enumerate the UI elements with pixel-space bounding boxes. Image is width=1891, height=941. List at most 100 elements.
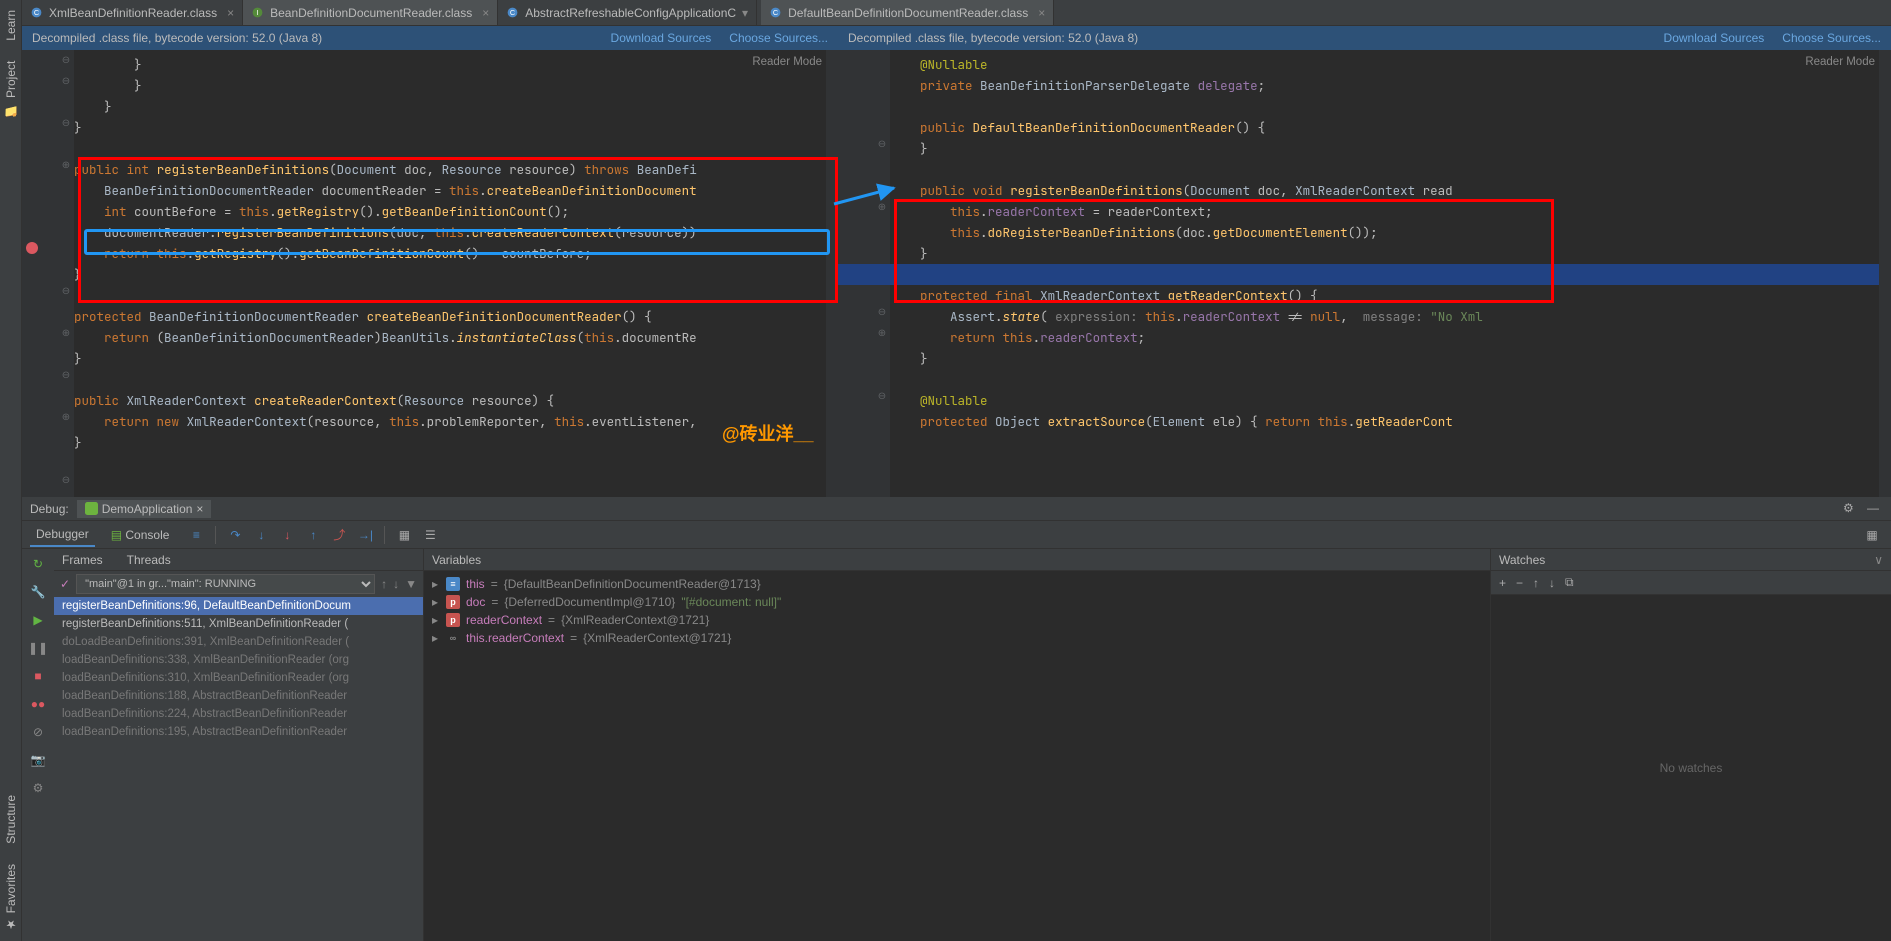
minimize-icon[interactable]: — [1867,501,1883,517]
fold-icon[interactable]: ⊕ [877,329,887,339]
stack-frame[interactable]: loadBeanDefinitions:338, XmlBeanDefiniti… [54,651,423,669]
sidebar-project[interactable]: 📁Project [2,51,20,127]
down-icon[interactable]: ↓ [1549,576,1555,590]
close-icon[interactable]: × [227,6,234,20]
resume-icon[interactable]: ▶ [29,611,47,629]
variable-row[interactable]: ▸∞this.readerContext = {XmlReaderContext… [424,629,1490,647]
sidebar-favorites[interactable]: ★Favorites [2,854,20,941]
settings-icon[interactable]: ⚙ [29,779,47,797]
trace-icon[interactable]: ☰ [419,524,441,546]
close-icon[interactable]: × [482,6,489,20]
download-sources-link[interactable]: Download Sources [611,31,712,45]
fold-icon[interactable]: ⊖ [61,77,71,87]
debug-sidebuttons: ↻ 🔧 ▶ ❚❚ ■ ●● ⊘ 📷 ⚙ [22,549,54,941]
layout-icon[interactable]: ▦ [1861,524,1883,546]
debugger-tab[interactable]: Debugger [30,523,95,547]
run-to-cursor-icon[interactable]: →| [354,524,376,546]
next-frame-icon[interactable]: ↓ [393,577,399,591]
choose-sources-link[interactable]: Choose Sources... [1782,31,1881,45]
rerun-icon[interactable]: ↻ [29,555,47,573]
mute-bp-icon[interactable]: ⊘ [29,723,47,741]
download-sources-link[interactable]: Download Sources [1664,31,1765,45]
stack-frame[interactable]: loadBeanDefinitions:188, AbstractBeanDef… [54,687,423,705]
force-step-into-icon[interactable]: ↓ [276,524,298,546]
sidebar-learn[interactable]: Learn [2,0,20,51]
prev-frame-icon[interactable]: ↑ [381,577,387,591]
editor-right[interactable]: Reader Mode ⊖ ⊕ ⊖ ⊕ ⊖ @Nullable private … [838,50,1891,497]
dump-icon[interactable]: 📷 [29,751,47,769]
copy-watch-icon[interactable]: ⧉ [1565,575,1574,590]
variable-row[interactable]: ▸preaderContext = {XmlReaderContext@1721… [424,611,1490,629]
fold-icon[interactable]: ⊖ [61,287,71,297]
tab-beandefdocreader[interactable]: IBeanDefinitionDocumentReader.class× [243,0,498,25]
stack-frame[interactable]: registerBeanDefinitions:96, DefaultBeanD… [54,597,423,615]
step-over-icon[interactable]: ↷ [224,524,246,546]
filter-icon[interactable]: ▼ [405,577,417,591]
run-config-tab[interactable]: DemoApplication × [77,500,212,518]
close-icon[interactable]: × [196,502,203,516]
threads-icon[interactable]: ≡ [185,524,207,546]
sidebar-structure[interactable]: Structure [2,785,20,854]
add-watch-icon[interactable]: + [1499,576,1506,590]
fold-icon[interactable]: ⊕ [61,329,71,339]
thread-select[interactable]: "main"@1 in gr..."main": RUNNING [76,574,375,594]
stack-frame[interactable]: registerBeanDefinitions:511, XmlBeanDefi… [54,615,423,633]
editor-left[interactable]: Reader Mode ⊖ ⊖ ⊖ ⊕ ⊖ ⊕ ⊖ ⊕ ⊖ } } } } pu… [22,50,838,497]
chevron-down-icon[interactable]: ∨ [1874,553,1883,567]
stack-frame[interactable]: loadBeanDefinitions:224, AbstractBeanDef… [54,705,423,723]
tab-defaultbeandefdocreader[interactable]: CDefaultBeanDefinitionDocumentReader.cla… [761,0,1054,25]
frames-list[interactable]: registerBeanDefinitions:96, DefaultBeanD… [54,597,423,941]
fold-icon[interactable]: ⊕ [61,161,71,171]
gear-icon[interactable]: ⚙ [1843,501,1859,517]
step-into-icon[interactable]: ↓ [250,524,272,546]
fold-icon[interactable]: ⊖ [877,308,887,318]
fold-icon[interactable]: ⊕ [877,203,887,213]
breakpoints-icon[interactable]: ●● [29,695,47,713]
close-icon[interactable]: × [1038,6,1045,20]
modify-icon[interactable]: 🔧 [29,583,47,601]
fold-icon[interactable]: ⊖ [61,371,71,381]
console-tab[interactable]: ▤ Console [105,524,176,546]
var-icon: p [446,613,460,627]
code-content-left[interactable]: } } } } public int registerBeanDefinitio… [74,54,822,497]
fold-icon[interactable]: ⊖ [61,476,71,486]
pause-icon[interactable]: ❚❚ [29,639,47,657]
gutter[interactable]: ⊖ ⊖ ⊖ ⊕ ⊖ ⊕ ⊖ ⊕ ⊖ [22,50,74,497]
choose-sources-link[interactable]: Choose Sources... [729,31,828,45]
decompiled-msg: Decompiled .class file, bytecode version… [848,31,1138,45]
code-content-right[interactable]: @Nullable private BeanDefinitionParserDe… [890,54,1875,497]
drop-frame-icon[interactable]: ⤴ [328,524,350,546]
debug-titlebar: Debug: DemoApplication × ⚙ — [22,497,1891,521]
variables-list[interactable]: ▸≡this = {DefaultBeanDefinitionDocumentR… [424,571,1490,941]
evaluate-icon[interactable]: ▦ [393,524,415,546]
up-icon[interactable]: ↑ [1533,576,1539,590]
fold-icon[interactable]: ⊖ [61,119,71,129]
scrollbar[interactable] [1879,50,1891,497]
class-icon: C [506,6,519,19]
svg-text:C: C [510,8,515,17]
debug-toolbar: Debugger ▤ Console ≡ ↷ ↓ ↓ ↑ ⤴ →| ▦ ☰ ▦ [22,521,1891,549]
breakpoint-icon[interactable] [26,242,38,254]
tab-abstractrefreshable[interactable]: CAbstractRefreshableConfigApplicationC▾ [498,0,757,25]
chevron-down-icon[interactable]: ▾ [742,6,748,20]
watches-empty: No watches [1491,595,1891,941]
variable-row[interactable]: ▸≡this = {DefaultBeanDefinitionDocumentR… [424,575,1490,593]
stack-frame[interactable]: doLoadBeanDefinitions:391, XmlBeanDefini… [54,633,423,651]
stack-frame[interactable]: loadBeanDefinitions:195, AbstractBeanDef… [54,723,423,741]
svg-text:I: I [257,8,259,17]
tab-xmlbeandefreader[interactable]: CXmlBeanDefinitionReader.class× [22,0,243,25]
remove-watch-icon[interactable]: − [1516,576,1523,590]
fold-icon[interactable]: ⊕ [61,413,71,423]
var-icon: ≡ [446,577,460,591]
stack-frame[interactable]: loadBeanDefinitions:310, XmlBeanDefiniti… [54,669,423,687]
threads-header[interactable]: Threads [127,553,171,567]
fold-icon[interactable]: ⊖ [61,56,71,66]
variable-row[interactable]: ▸pdoc = {DeferredDocumentImpl@1710} "[#d… [424,593,1490,611]
fold-icon[interactable]: ⊖ [877,392,887,402]
stop-icon[interactable]: ■ [29,667,47,685]
scrollbar[interactable] [826,50,838,497]
fold-icon[interactable]: ⊖ [877,140,887,150]
watches-panel: Watches∨ + − ↑ ↓ ⧉ No watches [1491,549,1891,941]
variables-header: Variables [432,553,481,567]
step-out-icon[interactable]: ↑ [302,524,324,546]
